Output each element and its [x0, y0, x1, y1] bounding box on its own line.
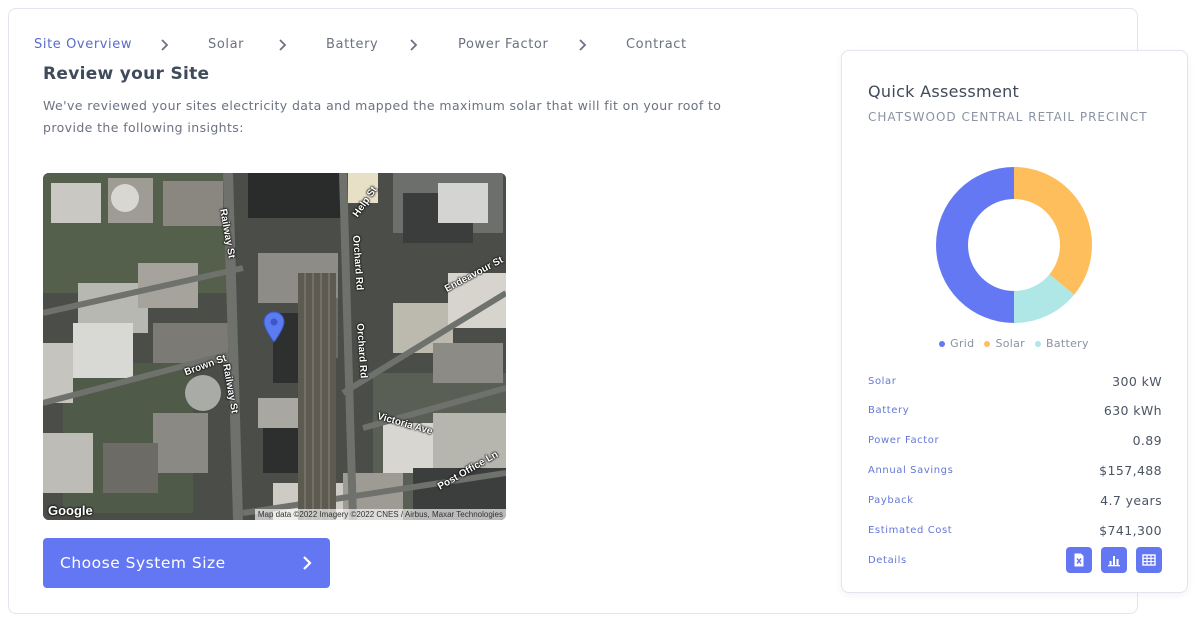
stat-value: 630 kWh: [1103, 402, 1162, 418]
legend-item-grid[interactable]: Grid: [939, 337, 974, 350]
donut-slice-grid[interactable]: [936, 167, 1014, 323]
legend-dot: [939, 340, 946, 347]
google-logo: Google: [48, 503, 93, 518]
stat-row-estimated-cost: Estimated Cost $741,300: [868, 520, 1162, 540]
details-label: Details: [868, 554, 907, 566]
legend-label: Grid: [950, 337, 975, 350]
stat-label: Estimated Cost: [868, 524, 953, 536]
stat-value: 0.89: [1132, 432, 1162, 448]
chevron-right-icon: [278, 37, 288, 53]
assessment-title: Quick Assessment: [868, 82, 1020, 101]
step-site-overview[interactable]: Site Overview: [34, 37, 132, 52]
step-contract[interactable]: Contract: [626, 37, 687, 52]
chevron-right-icon: [578, 37, 588, 53]
legend-dot: [984, 340, 991, 347]
map-pin-icon[interactable]: [263, 311, 285, 343]
chevron-right-icon: [409, 37, 419, 53]
page-title: Review your Site: [43, 64, 210, 84]
legend-item-battery[interactable]: Battery: [1035, 337, 1089, 350]
stat-row-payback: Payback 4.7 years: [868, 490, 1162, 510]
details-row: Details: [868, 547, 1162, 573]
quick-assessment-card: Quick Assessment CHATSWOOD CENTRAL RETAI…: [841, 50, 1188, 593]
chevron-right-icon: [302, 556, 312, 570]
stat-row-solar: Solar 300 kW: [868, 371, 1162, 391]
stat-value: $741,300: [1099, 522, 1162, 538]
details-actions: [1066, 547, 1162, 573]
cta-label: Choose System Size: [60, 554, 226, 572]
legend-label: Solar: [995, 337, 1025, 350]
map-imagery: [43, 173, 506, 520]
stat-label: Payback: [868, 494, 914, 506]
step-power-factor[interactable]: Power Factor: [458, 37, 548, 52]
step-battery[interactable]: Battery: [326, 37, 378, 52]
chart-legend: Grid Solar Battery: [934, 337, 1094, 350]
choose-system-size-button[interactable]: Choose System Size: [43, 538, 330, 588]
legend-label: Battery: [1046, 337, 1089, 350]
page-description: We've reviewed your sites electricity da…: [43, 98, 722, 135]
stat-label: Solar: [868, 375, 897, 387]
stat-value: $157,488: [1099, 462, 1162, 478]
table-icon[interactable]: [1136, 547, 1162, 573]
stat-label: Battery: [868, 404, 910, 416]
legend-dot: [1035, 340, 1041, 347]
stat-label: Power Factor: [868, 434, 940, 446]
chevron-right-icon: [160, 37, 170, 53]
donut-slice-solar[interactable]: [1014, 167, 1092, 295]
map-attribution[interactable]: Map data ©2022 Imagery ©2022 CNES / Airb…: [254, 509, 506, 520]
stat-row-battery: Battery 630 kWh: [868, 400, 1162, 420]
bar-chart-icon[interactable]: [1101, 547, 1127, 573]
step-solar[interactable]: Solar: [208, 37, 244, 52]
stat-row-annual-savings: Annual Savings $157,488: [868, 460, 1162, 480]
stat-value: 4.7 years: [1100, 492, 1162, 508]
legend-item-solar[interactable]: Solar: [984, 337, 1025, 350]
stat-value: 300 kW: [1112, 373, 1162, 389]
energy-mix-donut-chart: [936, 167, 1092, 323]
stat-label: Annual Savings: [868, 464, 954, 476]
site-name: CHATSWOOD CENTRAL RETAIL PRECINCT: [868, 110, 1148, 124]
satellite-map[interactable]: Railway St Railway St Help St Orchard Rd…: [43, 173, 506, 520]
excel-file-icon[interactable]: [1066, 547, 1092, 573]
stat-row-power-factor: Power Factor 0.89: [868, 430, 1162, 450]
